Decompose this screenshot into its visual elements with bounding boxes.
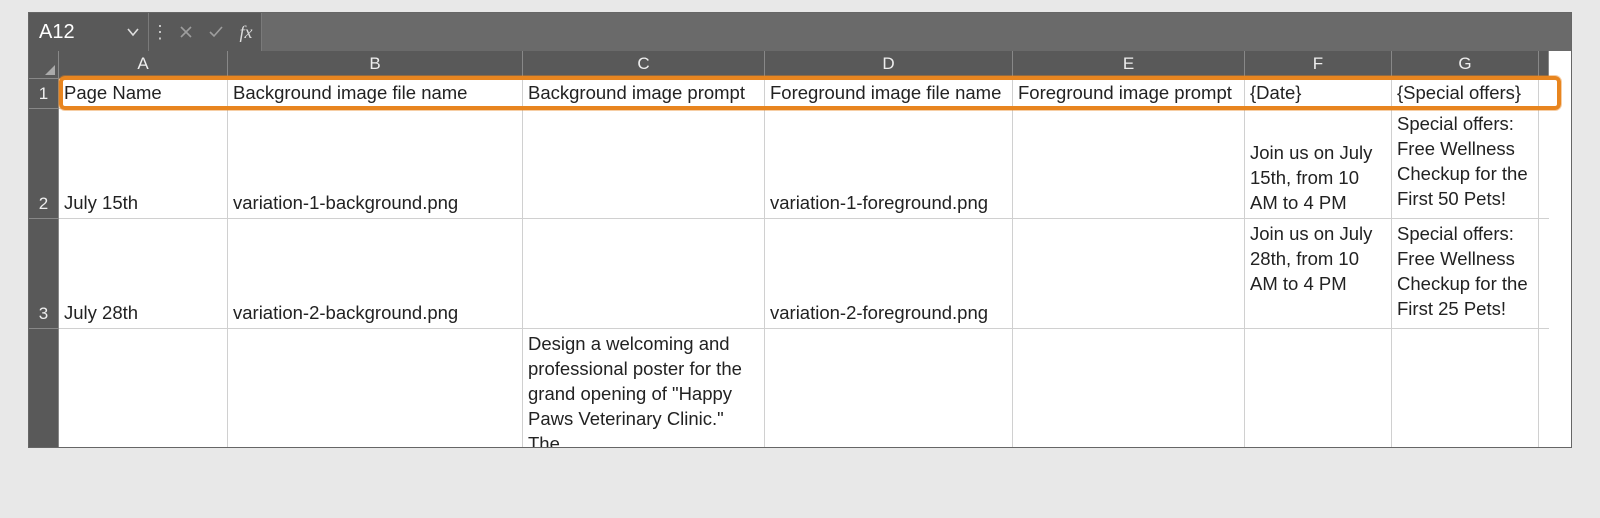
cell-B2[interactable]: variation-1-background.png	[228, 109, 523, 219]
row-header-3[interactable]: 3	[29, 219, 59, 329]
fx-icon: fx	[240, 22, 253, 43]
spreadsheet-grid: A B C D E F G 1 Page Name Background ima…	[29, 51, 1571, 447]
cell-G3[interactable]: Special offers: Free Wellness Checkup fo…	[1392, 219, 1539, 329]
cell-C1[interactable]: Background image prompt	[523, 79, 765, 109]
cell-C4[interactable]: Design a welcoming and professional post…	[523, 329, 765, 447]
cell-edge-4	[1539, 329, 1549, 447]
cell-E4[interactable]	[1013, 329, 1245, 447]
col-header-B[interactable]: B	[228, 51, 523, 79]
name-box[interactable]: A12	[29, 13, 149, 51]
formula-input[interactable]	[261, 13, 1571, 51]
col-header-E[interactable]: E	[1013, 51, 1245, 79]
cell-C3[interactable]	[523, 219, 765, 329]
cell-D1[interactable]: Foreground image file name	[765, 79, 1013, 109]
chevron-down-icon	[126, 25, 140, 39]
cell-F1[interactable]: {Date}	[1245, 79, 1392, 109]
row-header-4[interactable]	[29, 329, 59, 447]
cell-edge-3	[1539, 219, 1549, 329]
cancel-button[interactable]	[171, 13, 201, 51]
cell-edge-2	[1539, 109, 1549, 219]
cell-A3[interactable]: July 28th	[59, 219, 228, 329]
cell-A1[interactable]: Page Name	[59, 79, 228, 109]
col-header-edge	[1539, 51, 1549, 79]
cell-B1[interactable]: Background image file name	[228, 79, 523, 109]
col-header-G[interactable]: G	[1392, 51, 1539, 79]
spreadsheet-app: A12 ⋮ fx A B C D E F G 1 Page Name Backg…	[28, 12, 1572, 448]
cell-D4[interactable]	[765, 329, 1013, 447]
col-header-C[interactable]: C	[523, 51, 765, 79]
col-header-F[interactable]: F	[1245, 51, 1392, 79]
cell-A2[interactable]: July 15th	[59, 109, 228, 219]
x-icon	[179, 25, 193, 39]
col-header-D[interactable]: D	[765, 51, 1013, 79]
cell-G4[interactable]	[1392, 329, 1539, 447]
cell-F2[interactable]: Join us on July 15th, from 10 AM to 4 PM	[1245, 109, 1392, 219]
col-header-A[interactable]: A	[59, 51, 228, 79]
cell-D3[interactable]: variation-2-foreground.png	[765, 219, 1013, 329]
enter-button[interactable]	[201, 13, 231, 51]
cell-A4[interactable]	[59, 329, 228, 447]
select-all-corner[interactable]	[29, 51, 59, 79]
cell-D2[interactable]: variation-1-foreground.png	[765, 109, 1013, 219]
cell-G1[interactable]: {Special offers}	[1392, 79, 1539, 109]
active-cell-ref: A12	[39, 21, 75, 44]
cell-F3[interactable]: Join us on July 28th, from 10 AM to 4 PM	[1245, 219, 1392, 329]
fx-button[interactable]: fx	[231, 13, 261, 51]
cell-C2[interactable]	[523, 109, 765, 219]
cell-E1[interactable]: Foreground image prompt	[1013, 79, 1245, 109]
cell-E2[interactable]	[1013, 109, 1245, 219]
cell-B4[interactable]	[228, 329, 523, 447]
cell-F4[interactable]	[1245, 329, 1392, 447]
cell-G2[interactable]: Special offers: Free Wellness Checkup fo…	[1392, 109, 1539, 219]
row-header-1[interactable]: 1	[29, 79, 59, 109]
cell-edge-1	[1539, 79, 1549, 109]
cell-B3[interactable]: variation-2-background.png	[228, 219, 523, 329]
formula-bar: A12 ⋮ fx	[29, 13, 1571, 51]
row-header-2[interactable]: 2	[29, 109, 59, 219]
check-icon	[208, 25, 224, 39]
separator-dots: ⋮	[149, 22, 171, 43]
cell-E3[interactable]	[1013, 219, 1245, 329]
